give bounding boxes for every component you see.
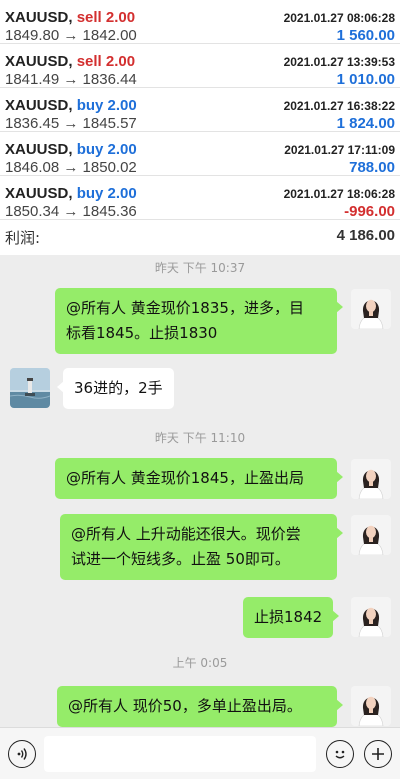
message-bubble-sent[interactable]: @所有人 黄金现价1845，止盈出局 xyxy=(55,458,343,499)
avatar-self[interactable] xyxy=(351,686,391,726)
trade-row[interactable]: XAUUSD, buy 2.00 2021.01.27 17:11:09 1846.… xyxy=(0,132,400,176)
profit-total-value: 4 186.00 xyxy=(336,227,395,244)
avatar-self[interactable] xyxy=(351,289,391,329)
more-button[interactable] xyxy=(364,740,392,768)
timestamp: 昨天 下午 10:37 xyxy=(154,261,246,275)
trade-profit: 788.00 xyxy=(349,159,395,176)
trade-row[interactable]: XAUUSD, sell 2.00 2021.01.27 08:06:28 1849… xyxy=(0,0,400,44)
trade-row[interactable]: XAUUSD, buy 2.00 2021.01.27 18:06:28 1850.… xyxy=(0,176,400,220)
trade-list: XAUUSD, sell 2.00 2021.01.27 08:06:28 1849… xyxy=(0,0,400,220)
trade-prices: 1841.49 → 1836.44 xyxy=(5,71,137,88)
timestamp: 昨天 下午 11:10 xyxy=(154,431,246,445)
avatar-self[interactable] xyxy=(351,515,391,555)
message-text: @所有人 黄金现价1845，止盈出局 xyxy=(66,469,304,487)
trade-side: sell 2.00 xyxy=(76,53,136,70)
plus-icon xyxy=(372,748,384,760)
symbol-label: XAUUSD, xyxy=(5,185,73,202)
emoji-icon xyxy=(335,750,345,759)
message-bubble-sent[interactable]: @所有人 现价50，多单止盈出局。 xyxy=(57,686,343,727)
trade-row[interactable]: XAUUSD, sell 2.00 2021.01.27 13:39:53 1841… xyxy=(0,44,400,88)
trade-date: 2021.01.27 08:06:28 xyxy=(283,11,395,25)
woman-portrait-icon xyxy=(351,515,391,555)
trade-symbol: XAUUSD, sell 2.00 xyxy=(5,53,135,70)
message-bubble-sent[interactable]: @所有人 上升动能还很大。现价尝 试进一个短线多。止盈 50即可。 xyxy=(60,514,343,580)
trade-profit: 1 560.00 xyxy=(336,27,395,44)
symbol-label: XAUUSD, xyxy=(5,9,73,26)
emoji-button[interactable] xyxy=(326,740,354,768)
trade-date: 2021.01.27 18:06:28 xyxy=(283,187,395,201)
chat-input-bar xyxy=(0,727,400,779)
timestamp: 上午 0:05 xyxy=(172,656,228,670)
lighthouse-sea-icon xyxy=(10,368,50,408)
voice-icon xyxy=(17,748,27,760)
avatar-other[interactable] xyxy=(10,368,50,408)
avatar-self[interactable] xyxy=(351,459,391,499)
woman-portrait-icon xyxy=(351,686,391,726)
symbol-label: XAUUSD, xyxy=(5,53,73,70)
woman-portrait-icon xyxy=(351,597,391,637)
message-text: @所有人 现价50，多单止盈出局。 xyxy=(68,697,302,715)
symbol-label: XAUUSD, xyxy=(5,141,73,158)
trade-row[interactable]: XAUUSD, buy 2.00 2021.01.27 16:38:22 1836.… xyxy=(0,88,400,132)
trade-history-panel: XAUUSD, sell 2.00 2021.01.27 08:06:28 1849… xyxy=(0,0,400,255)
message-text: 标看1845。止损1830 xyxy=(66,324,218,342)
voice-button[interactable] xyxy=(8,740,36,768)
trade-symbol: XAUUSD, buy 2.00 xyxy=(5,185,137,202)
trade-prices: 1850.34 → 1845.36 xyxy=(5,203,137,220)
trade-side: buy 2.00 xyxy=(76,97,137,114)
trade-prices: 1836.45 → 1845.57 xyxy=(5,115,137,132)
woman-portrait-icon xyxy=(351,289,391,329)
message-text: 止损1842 xyxy=(254,608,323,626)
trade-date: 2021.01.27 13:39:53 xyxy=(283,55,395,69)
trade-symbol: XAUUSD, buy 2.00 xyxy=(5,97,137,114)
message-bubble-received[interactable]: 36进的，2手 xyxy=(57,368,174,409)
symbol-label: XAUUSD, xyxy=(5,97,73,114)
profit-total-row: 利润: 4 186.00 xyxy=(0,220,400,255)
message-text: @所有人 黄金现价1835，进多，目 xyxy=(66,299,304,317)
trade-date: 2021.01.27 17:11:09 xyxy=(284,143,395,157)
message-bubble-sent[interactable]: @所有人 黄金现价1835，进多，目 标看1845。止损1830 xyxy=(55,288,343,354)
trade-side: buy 2.00 xyxy=(76,185,137,202)
trade-side: sell 2.00 xyxy=(76,9,136,26)
message-text: @所有人 上升动能还很大。现价尝 xyxy=(71,525,301,543)
trade-prices: 1846.08 → 1850.02 xyxy=(5,159,137,176)
trade-symbol: XAUUSD, sell 2.00 xyxy=(5,9,135,26)
profit-total-label: 利润: xyxy=(5,229,41,247)
trade-side: buy 2.00 xyxy=(76,141,137,158)
avatar-self[interactable] xyxy=(351,597,391,637)
message-text: 试进一个短线多。止盈 50即可。 xyxy=(71,550,290,568)
trade-profit: 1 010.00 xyxy=(336,71,395,88)
trade-prices: 1849.80 → 1842.00 xyxy=(5,27,137,44)
message-bubble-sent[interactable]: 止损1842 xyxy=(243,597,340,638)
trade-profit: 1 824.00 xyxy=(336,115,395,132)
message-input[interactable] xyxy=(44,736,316,772)
trade-profit: -996.00 xyxy=(344,203,395,220)
message-text: 36进的，2手 xyxy=(74,379,163,397)
trade-symbol: XAUUSD, buy 2.00 xyxy=(5,141,137,158)
woman-portrait-icon xyxy=(351,459,391,499)
trade-date: 2021.01.27 16:38:22 xyxy=(283,99,395,113)
